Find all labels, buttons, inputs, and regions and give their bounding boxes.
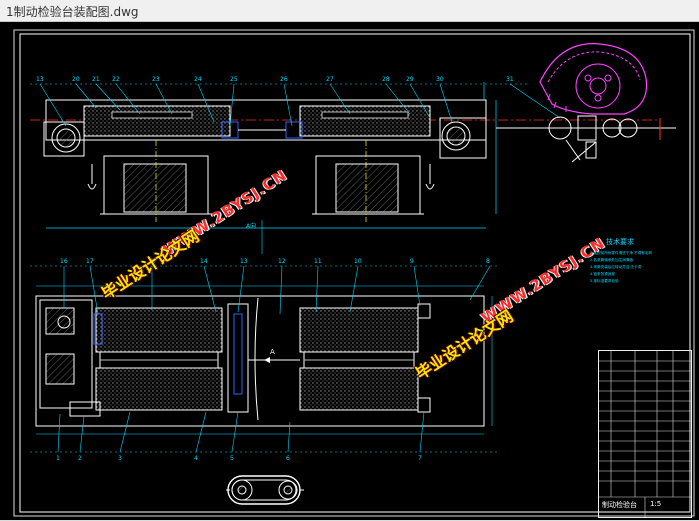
title-block <box>598 350 692 518</box>
plan-balloon-8: 8 <box>486 258 490 265</box>
plan-balloon-9: 9 <box>410 258 414 265</box>
top-balloon-25: 25 <box>230 76 238 83</box>
top-balloon-13: 13 <box>36 76 44 83</box>
plan-balloon-b-7: 7 <box>418 455 422 462</box>
top-balloon-26: 26 <box>280 76 288 83</box>
title-block-name: 制动检验台 <box>602 501 637 509</box>
section-mark: A向 <box>246 222 256 230</box>
plan-balloon-12: 12 <box>278 258 286 265</box>
window-title: 1制动检验台装配图.dwg <box>6 5 139 19</box>
top-view <box>30 82 660 229</box>
plan-balloon-b-1: 1 <box>56 455 60 462</box>
view-mark: A <box>270 348 275 356</box>
notes-line: 2.各滚筒轴承处加注润滑脂 <box>590 257 633 262</box>
gear-detail <box>496 43 676 163</box>
plan-balloon-b-6: 6 <box>286 455 290 462</box>
notes-line: 3.滚筒安装后应转动灵活,无卡滞 <box>590 264 642 269</box>
top-balloon-31: 31 <box>506 76 514 83</box>
plan-balloon-16: 16 <box>60 258 68 265</box>
plan-balloon-17: 17 <box>86 258 94 265</box>
notes-line: 5.按标准要求检验 <box>590 278 619 283</box>
drawing-viewport[interactable]: A向 A 13 20 21 22 23 24 25 26 27 28 29 30… <box>0 22 699 520</box>
plan-balloon-14: 14 <box>200 258 208 265</box>
top-balloon-29: 29 <box>406 76 414 83</box>
top-balloon-27: 27 <box>326 76 334 83</box>
plan-bottom-balloons: 1 2 3 4 5 6 7 <box>56 455 422 462</box>
notes-line: 4.链条张紧适度 <box>590 271 615 276</box>
title-bar: 1制动检验台装配图.dwg <box>0 0 699 22</box>
cad-drawing[interactable]: A向 A 13 20 21 22 23 24 25 26 27 28 29 30… <box>0 22 699 520</box>
top-balloon-20: 20 <box>72 76 80 83</box>
top-balloon-24: 24 <box>194 76 202 83</box>
plan-balloon-b-2: 2 <box>78 455 82 462</box>
notes-title: 技术要求 <box>606 237 634 246</box>
plan-balloon-b-4: 4 <box>194 455 198 462</box>
plan-balloon-b-5: 5 <box>230 455 234 462</box>
top-balloons: 13 20 21 22 23 24 25 26 27 28 29 30 31 <box>36 76 514 83</box>
plan-balloon-11: 11 <box>314 258 322 265</box>
top-balloon-21: 21 <box>92 76 100 83</box>
plan-balloon-b-3: 3 <box>118 455 122 462</box>
top-balloon-28: 28 <box>382 76 390 83</box>
top-balloon-22: 22 <box>112 76 120 83</box>
plan-balloon-10: 10 <box>354 258 362 265</box>
top-balloon-23: 23 <box>152 76 160 83</box>
plan-balloon-13: 13 <box>240 258 248 265</box>
section-markers: A向 <box>246 220 263 254</box>
title-block-scale: 1:5 <box>650 500 662 508</box>
chain-detail <box>226 475 304 505</box>
top-balloon-30: 30 <box>436 76 444 83</box>
